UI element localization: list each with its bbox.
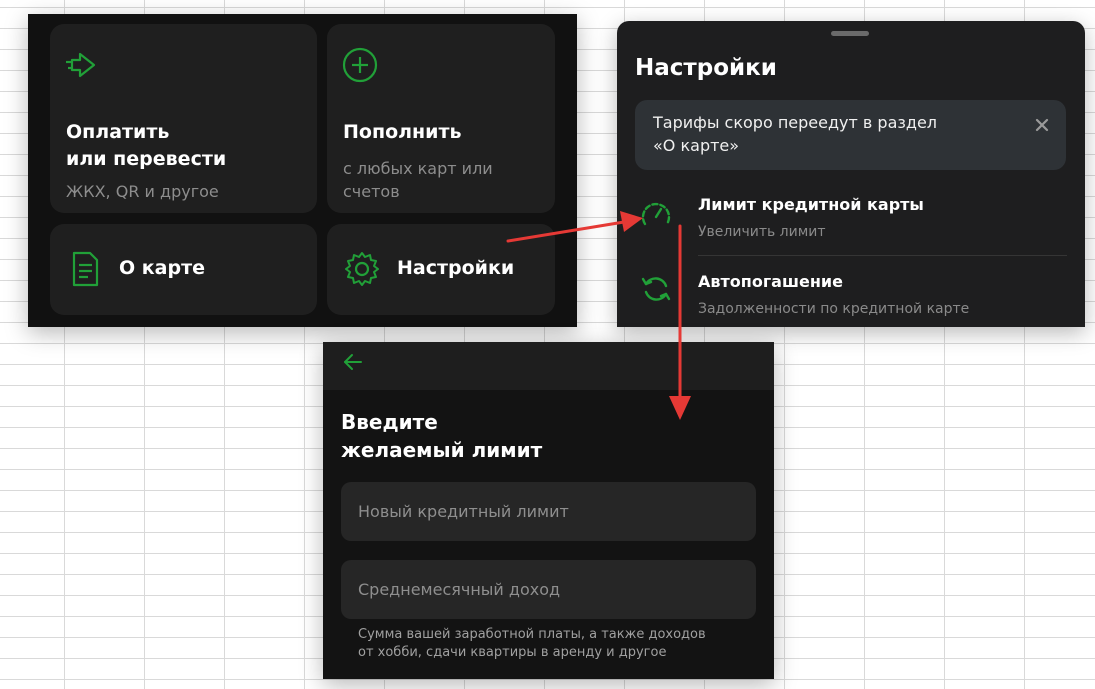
new-credit-limit-input[interactable]	[341, 482, 756, 541]
autopay-subtitle: Задолженности по кредитной карте	[698, 301, 970, 317]
tariffs-notice: Тарифы скоро переедут в раздел «О карте»	[635, 100, 1066, 170]
settings-tile[interactable]: Настройки	[327, 224, 555, 315]
settings-divider	[698, 255, 1067, 256]
settings-title: Настройки	[635, 55, 777, 81]
top-up-tile-title: Пополнить	[343, 121, 462, 143]
notice-text: Тарифы скоро переедут в раздел «О карте»	[653, 113, 938, 155]
pay-tile-subtitle: ЖКХ, QR и другое	[66, 182, 219, 201]
enter-limit-screen: Введите желаемый лимит Сумма вашей зараб…	[323, 342, 774, 679]
about-card-tile[interactable]: О карте	[50, 224, 317, 315]
gear-icon	[345, 252, 379, 286]
pay-tile-title: Оплатить или перевести	[66, 121, 227, 170]
autopay-title: Автопогашение	[698, 272, 843, 291]
plus-circle-icon	[342, 47, 378, 83]
transfer-arrow-icon	[66, 52, 96, 78]
credit-limit-item[interactable]: Лимит кредитной карты Увеличить лимит	[617, 181, 1085, 257]
autopay-item[interactable]: Автопогашение Задолженности по кредитной…	[617, 258, 1085, 327]
credit-limit-subtitle: Увеличить лимит	[698, 224, 826, 240]
top-up-tile-subtitle: с любых карт или счетов	[343, 159, 493, 201]
refresh-icon	[641, 277, 671, 301]
sheet-drag-handle[interactable]	[831, 31, 869, 36]
top-bar	[323, 342, 774, 390]
document-icon	[72, 251, 99, 287]
income-hint: Сумма вашей заработной платы, а также до…	[358, 627, 706, 660]
credit-limit-title: Лимит кредитной карты	[698, 195, 924, 214]
close-icon[interactable]	[1034, 117, 1050, 133]
limit-screen-title: Введите желаемый лимит	[341, 410, 543, 462]
back-arrow-icon[interactable]	[341, 350, 365, 374]
speedometer-icon	[641, 202, 671, 226]
card-menu-panel: Оплатить или перевести ЖКХ, QR и другое …	[28, 14, 577, 327]
settings-sheet: Настройки Тарифы скоро переедут в раздел…	[617, 21, 1085, 327]
top-up-tile[interactable]: Пополнить с любых карт или счетов	[327, 24, 555, 213]
monthly-income-input[interactable]	[341, 560, 756, 619]
about-card-title: О карте	[119, 257, 205, 279]
settings-tile-title: Настройки	[397, 257, 515, 279]
pay-or-transfer-tile[interactable]: Оплатить или перевести ЖКХ, QR и другое	[50, 24, 317, 213]
